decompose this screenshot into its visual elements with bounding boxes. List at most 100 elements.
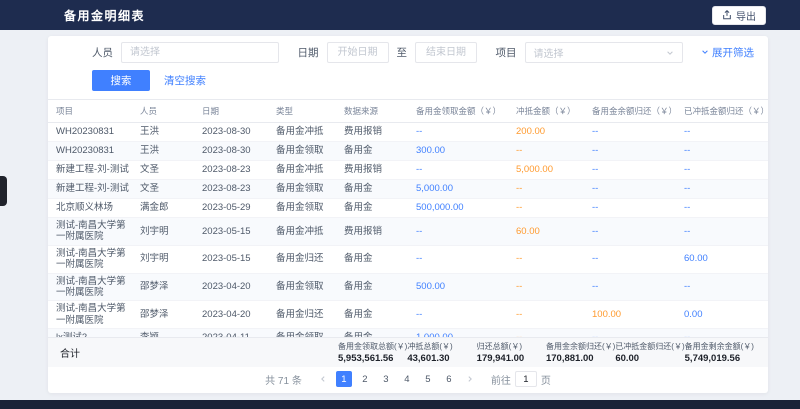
- table-cell: 费用报销: [336, 162, 408, 177]
- table-cell: 备用金归还: [268, 307, 336, 322]
- table-cell: --: [584, 224, 676, 239]
- page-button[interactable]: 2: [357, 371, 373, 387]
- next-page-button[interactable]: [462, 371, 478, 387]
- table-cell: WH20230831: [48, 124, 132, 139]
- column-header: 日期: [194, 100, 268, 122]
- date-end-input[interactable]: [415, 42, 477, 63]
- table-cell: 2023-08-23: [194, 162, 268, 177]
- column-header: 已冲抵金额归还（￥）: [676, 100, 768, 122]
- total-count: 共 71 条: [265, 372, 302, 387]
- table-cell: 费用报销: [336, 224, 408, 239]
- table-cell: 2023-04-11: [194, 330, 268, 337]
- table-row: 新建工程-刘-测试文圣2023-08-23备用金领取备用金5,000.00---…: [48, 180, 768, 199]
- table-cell: --: [584, 200, 676, 215]
- table-cell: 0.00: [676, 307, 768, 322]
- summary-item-label: 冲抵总额(￥): [407, 341, 476, 352]
- search-button[interactable]: 搜索: [92, 70, 150, 91]
- table-cell: --: [408, 124, 508, 139]
- table-cell: 2023-05-29: [194, 200, 268, 215]
- table-cell: --: [508, 200, 584, 215]
- summary-item-value: 43,601.30: [407, 353, 476, 364]
- page-button[interactable]: 6: [441, 371, 457, 387]
- person-select[interactable]: [121, 42, 279, 63]
- table-cell: --: [508, 330, 584, 337]
- table-row: 测试-南昌大学第一附属医院刘宇明2023-05-15备用金冲抵费用报销--60.…: [48, 218, 768, 246]
- table-header-row: 项目人员日期类型数据来源备用金领取金额（￥）冲抵金额（￥）备用金余额归还（￥）已…: [48, 99, 768, 123]
- page-title: 备用金明细表: [64, 7, 145, 24]
- page-list: 123456: [336, 371, 457, 387]
- page-button[interactable]: 4: [399, 371, 415, 387]
- table-cell: --: [508, 279, 584, 294]
- table-cell: 300.00: [408, 143, 508, 158]
- content-card: 人员 日期 至 项目 请选择 展开筛选 搜索 清空搜索: [48, 36, 768, 393]
- table-cell: --: [408, 251, 508, 266]
- page-button[interactable]: 5: [420, 371, 436, 387]
- export-button[interactable]: 导出: [712, 6, 766, 25]
- summary-item-value: 179,941.00: [477, 353, 546, 364]
- project-select[interactable]: 请选择: [525, 42, 683, 63]
- table-cell: 500.00: [408, 279, 508, 294]
- summary-item: 归还总额(￥)179,941.00: [477, 341, 546, 364]
- table-cell: 60.00: [508, 224, 584, 239]
- export-icon: [722, 10, 732, 20]
- table-cell: 1,000.00: [408, 330, 508, 337]
- table-cell: --: [584, 330, 676, 337]
- table-cell: 5,000.00: [408, 181, 508, 196]
- page-button[interactable]: 1: [336, 371, 352, 387]
- summary-item: 已冲抵金额归还(￥)60.00: [615, 341, 684, 364]
- filter-bar: 人员 日期 至 项目 请选择 展开筛选: [48, 36, 768, 63]
- page-button[interactable]: 3: [378, 371, 394, 387]
- table-cell: --: [584, 143, 676, 158]
- sidebar-toggle[interactable]: [0, 176, 7, 206]
- table-cell: 备用金: [336, 181, 408, 196]
- table-cell: 邵梦泽: [132, 307, 194, 322]
- expand-filters-link[interactable]: 展开筛选: [701, 45, 754, 60]
- table-cell: 王洪: [132, 143, 194, 158]
- table-cell: 备用金: [336, 279, 408, 294]
- table-cell: lx测试2: [48, 330, 132, 337]
- table-cell: 2023-04-20: [194, 307, 268, 322]
- table-cell: --: [584, 279, 676, 294]
- table-cell: --: [676, 224, 768, 239]
- pagination: 共 71 条 123456 前往 页: [48, 367, 768, 393]
- column-header: 类型: [268, 100, 336, 122]
- table-cell: 60.00: [676, 251, 768, 266]
- date-label: 日期: [298, 45, 319, 60]
- date-filter: 日期 至: [298, 42, 478, 63]
- column-header: 项目: [48, 100, 132, 122]
- summary-row: 合计 备用金领取总额(￥)5,953,561.56冲抵总额(￥)43,601.3…: [48, 337, 768, 367]
- table-cell: 文圣: [132, 162, 194, 177]
- table-cell: 满金郎: [132, 200, 194, 215]
- table-cell: --: [408, 307, 508, 322]
- table-cell: 刘宇明: [132, 251, 194, 266]
- summary-item-label: 备用金剩余金额(￥): [685, 341, 754, 352]
- table-row: 测试-南昌大学第一附属医院邵梦泽2023-04-20备用金领取备用金500.00…: [48, 274, 768, 302]
- table-row: 北京顺义林场满金郎2023-05-29备用金领取备用金500,000.00---…: [48, 199, 768, 218]
- table-cell: 刘宇明: [132, 224, 194, 239]
- table-cell: --: [676, 330, 768, 337]
- clear-search-link[interactable]: 清空搜索: [164, 73, 206, 88]
- summary-item-label: 归还总额(￥): [477, 341, 546, 352]
- table-cell: 新建工程-刘-测试: [48, 181, 132, 196]
- table-cell: 测试-南昌大学第一附属医院: [48, 274, 132, 301]
- expand-filters-label: 展开筛选: [712, 45, 754, 60]
- chevron-down-icon: [666, 49, 674, 57]
- summary-item: 备用金余额归还(￥)170,881.00: [546, 341, 615, 364]
- table-cell: 备用金冲抵: [268, 224, 336, 239]
- column-header: 备用金领取金额（￥）: [408, 100, 508, 122]
- bottom-bar: [0, 400, 800, 409]
- export-button-label: 导出: [736, 8, 756, 23]
- table-row: lx测试2李颖2023-04-11备用金领取备用金1,000.00------: [48, 329, 768, 337]
- expand-filters-icon: [701, 47, 709, 59]
- table-cell: 备用金归还: [268, 251, 336, 266]
- table-cell: 备用金领取: [268, 181, 336, 196]
- table-cell: 李颖: [132, 330, 194, 337]
- table-cell: 北京顺义林场: [48, 200, 132, 215]
- column-header: 备用金余额归还（￥）: [584, 100, 676, 122]
- prev-page-button[interactable]: [315, 371, 331, 387]
- date-start-input[interactable]: [327, 42, 389, 63]
- goto-page: 前往 页: [491, 371, 551, 387]
- goto-page-input[interactable]: [515, 371, 537, 387]
- person-filter: 人员: [92, 42, 279, 63]
- table-cell: 测试-南昌大学第一附属医院: [48, 246, 132, 273]
